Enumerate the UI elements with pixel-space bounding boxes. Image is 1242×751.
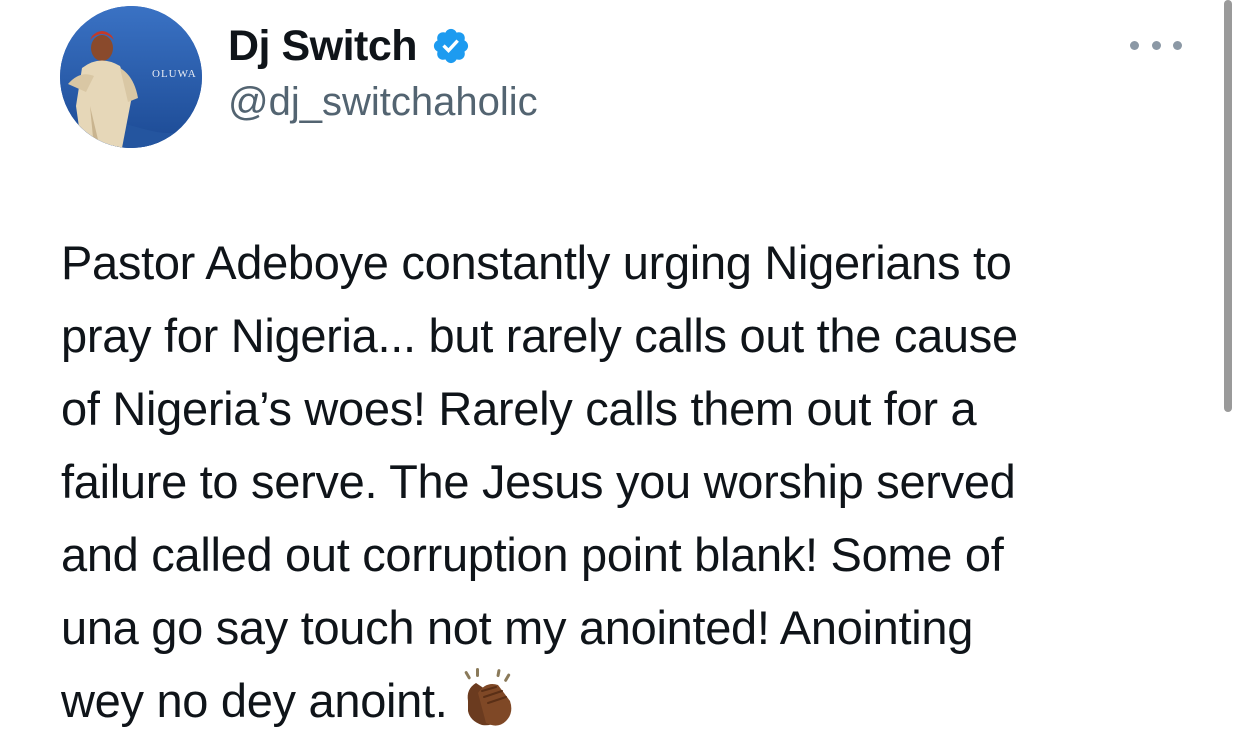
tweet: OLUWA Dj Switch @dj_switchaholic Pastor …: [0, 0, 1242, 750]
verified-badge-icon: [431, 26, 471, 66]
clapping-hands-icon: [456, 667, 520, 731]
tweet-text-line: failure to serve. The Jesus you worship …: [61, 455, 1016, 508]
tweet-text: Pastor Adeboye constantly urging Nigeria…: [61, 226, 1201, 737]
tweet-text-last-line: wey no dey anoint.: [61, 664, 1201, 737]
tweet-text-line: wey no dey anoint.: [61, 674, 448, 727]
more-dot: [1173, 40, 1182, 50]
more-options-button[interactable]: [1130, 30, 1182, 60]
tweet-text-line: and called out corruption point blank! S…: [61, 528, 1004, 581]
tweet-text-line: Pastor Adeboye constantly urging Nigeria…: [61, 236, 1012, 289]
avatar[interactable]: OLUWA: [60, 6, 202, 148]
author-handle[interactable]: @dj_switchaholic: [228, 80, 538, 125]
tweet-text-line: of Nigeria’s woes! Rarely calls them out…: [61, 382, 977, 435]
tweet-text-line: pray for Nigeria... but rarely calls out…: [61, 309, 1018, 362]
author-name-row: Dj Switch: [228, 18, 471, 74]
more-dot: [1151, 40, 1161, 50]
avatar-watermark-text: OLUWA: [152, 68, 197, 80]
tweet-text-line: una go say touch not my anointed! Anoint…: [61, 601, 974, 654]
author-display-name[interactable]: Dj Switch: [228, 22, 418, 71]
scrollbar[interactable]: [1224, 0, 1232, 412]
more-horizontal-icon: [1130, 40, 1139, 50]
